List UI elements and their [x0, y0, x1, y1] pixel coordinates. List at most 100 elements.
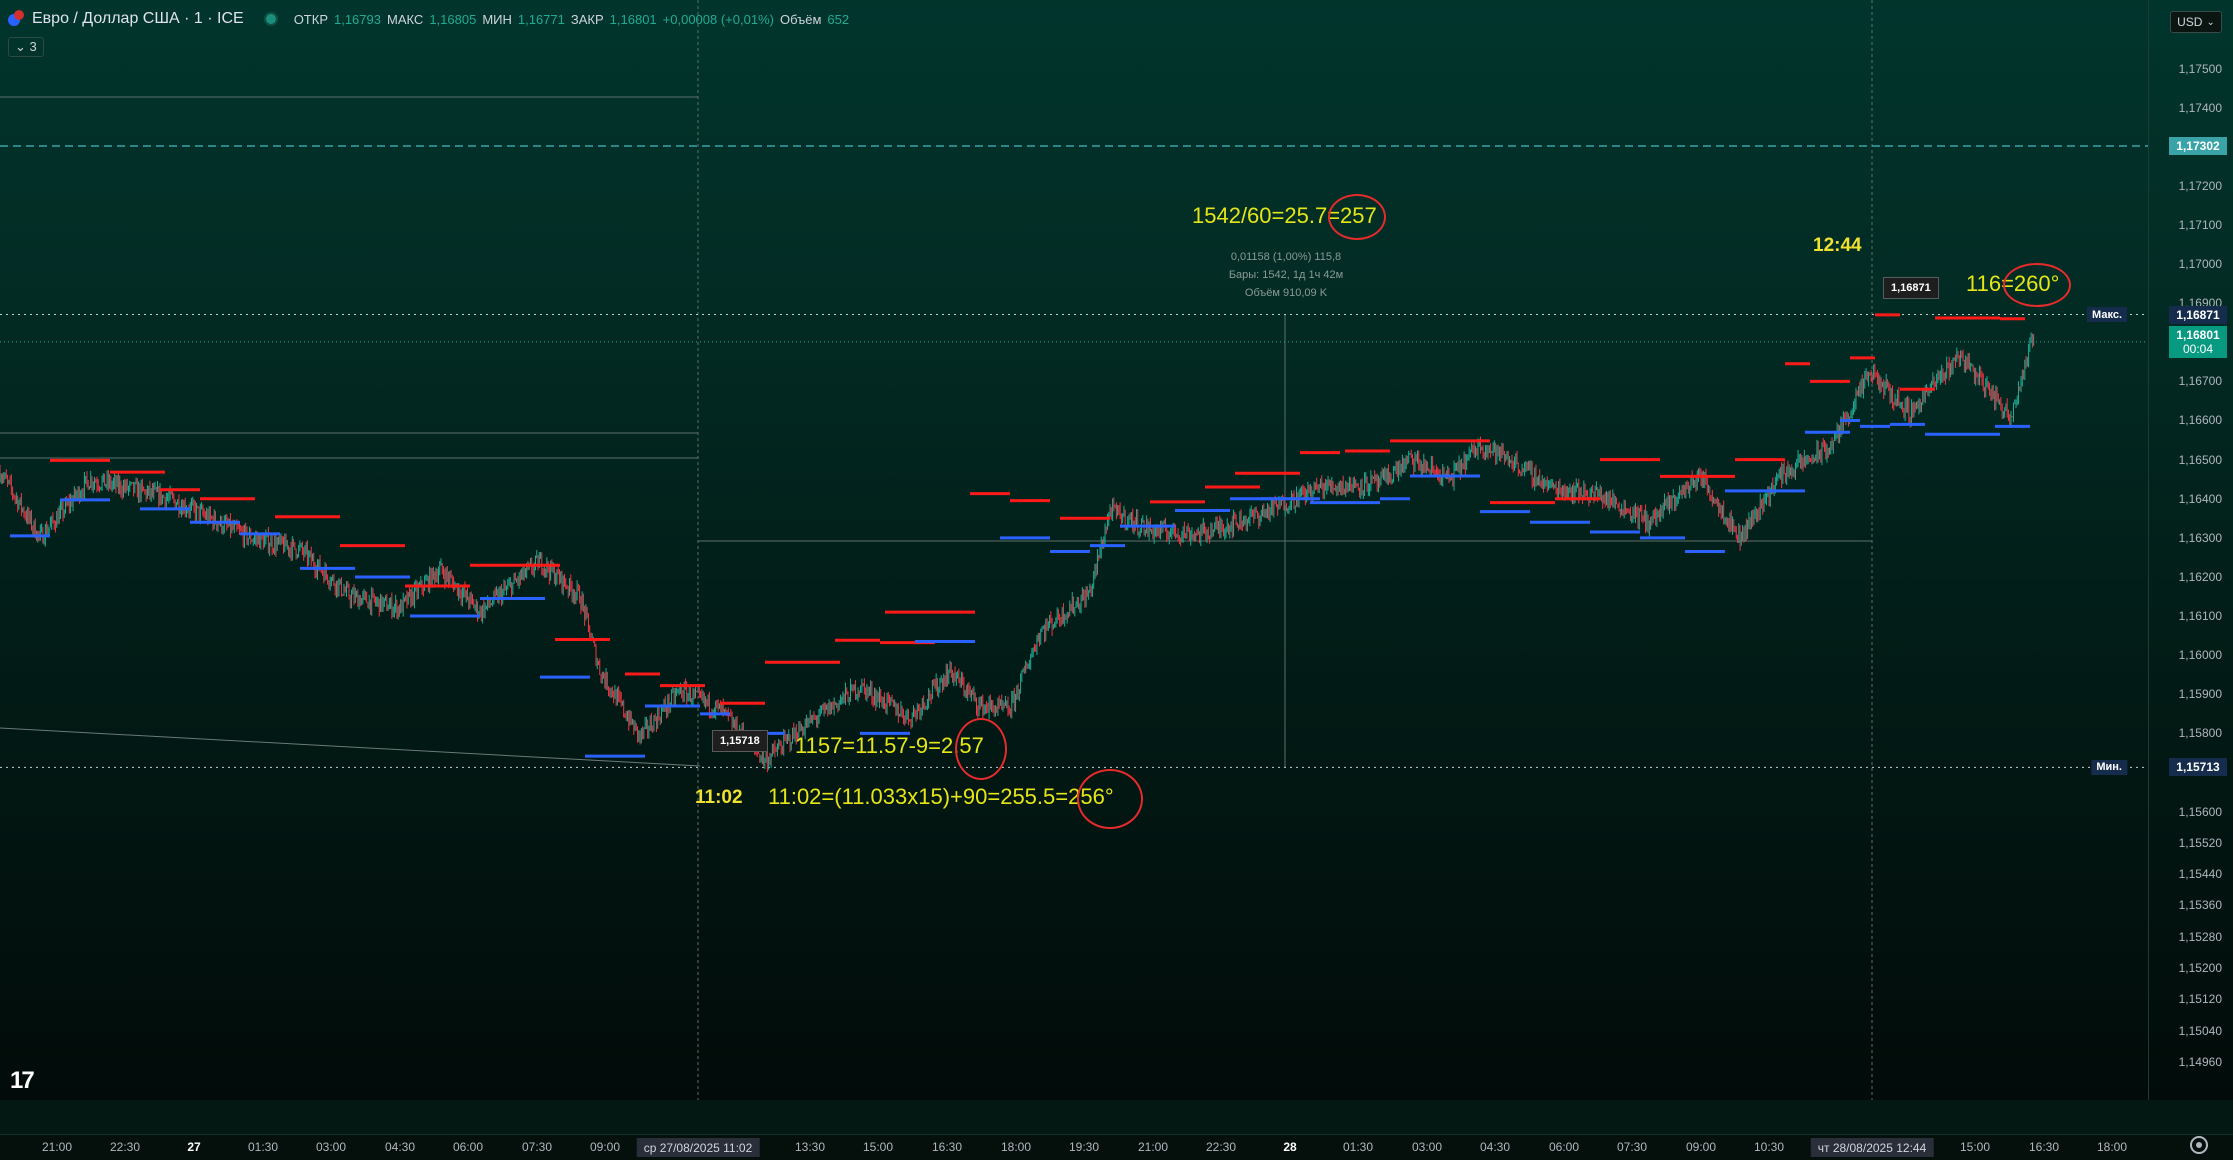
- bottom-panel-strip: [0, 1100, 2233, 1134]
- max-tag: Макс.: [2087, 307, 2127, 322]
- price-tick: 1,15280: [2178, 929, 2222, 944]
- time-tick: 07:30: [521, 1140, 553, 1154]
- chevron-down-icon: ⌄: [15, 39, 26, 54]
- price-tick: 1,16200: [2178, 569, 2222, 584]
- dashed-level-price-label: 1,17302: [2169, 136, 2227, 155]
- chevron-down-icon: ⌄: [2206, 16, 2215, 28]
- price-tick: 1,16600: [2178, 413, 2222, 428]
- ohlc-high-label: МАКС: [386, 11, 424, 27]
- time-tick: 07:30: [1616, 1140, 1648, 1154]
- price-tick: 1,16500: [2178, 452, 2222, 467]
- time-axis[interactable]: 21:00 22:30 27 01:30 03:00 04:30 06:00 07:30 09:…: [0, 1134, 2233, 1160]
- price-tick: 1,16000: [2178, 648, 2222, 663]
- annotation-time-low[interactable]: 11:02: [695, 787, 743, 809]
- annotation-circle: [1328, 194, 1386, 240]
- price-tick: 1,15200: [2178, 961, 2222, 976]
- change-value: +0,00008 (+0,01%): [662, 11, 774, 27]
- price-tick: 1,15360: [2178, 898, 2222, 913]
- measure-price-range: 0,01158 (1,00%) 115,8: [1230, 251, 1342, 263]
- symbol-title[interactable]: Евро / Доллар США · 1 · ICE: [32, 10, 244, 28]
- price-tick: 1,16400: [2178, 491, 2222, 506]
- price-tick: 1,17400: [2178, 100, 2222, 115]
- high-price-flag: 1,16871: [1883, 277, 1939, 299]
- max-price-label: 1,16871: [2169, 305, 2227, 324]
- indicators-toggle[interactable]: ⌄ 3: [8, 37, 44, 57]
- price-tick: 1,16700: [2178, 374, 2222, 389]
- price-tick: 1,17200: [2178, 178, 2222, 193]
- ohlc-open-label: ОТКР: [293, 11, 328, 27]
- time-tick: 21:00: [1137, 1140, 1169, 1154]
- annotation-circle: [2003, 263, 2071, 307]
- volume-label: Объём: [779, 11, 822, 27]
- current-price-label: 1,16801 00:04: [2169, 325, 2227, 358]
- annotation-time-high[interactable]: 12:44: [1813, 235, 1862, 257]
- time-tick: 13:30: [794, 1140, 826, 1154]
- time-tick: 04:30: [384, 1140, 416, 1154]
- ohlc-high-value: 1,16805: [429, 11, 477, 27]
- ohlc-open-value: 1,16793: [333, 11, 381, 27]
- price-tick: 1,15900: [2178, 687, 2222, 702]
- time-tick: 16:30: [931, 1140, 963, 1154]
- measure-tooltip: 0,01158 (1,00%) 115,8 Бары: 1542, 1д 1ч …: [1208, 248, 1364, 302]
- ohlc-close-value: 1,16801: [609, 11, 657, 27]
- indicators-count: 3: [29, 39, 37, 54]
- time-tick: 22:30: [109, 1140, 141, 1154]
- time-tick: 18:00: [1000, 1140, 1032, 1154]
- symbol-flag-icon: [8, 10, 26, 28]
- price-axis[interactable]: 1,17500 1,17400 1,17200 1,17100 1,17000 1,169…: [2148, 0, 2233, 1100]
- annotation-circle: [955, 718, 1007, 780]
- time-tick: 06:00: [452, 1140, 484, 1154]
- time-tick: 10:30: [1753, 1140, 1785, 1154]
- trend-line: [0, 727, 701, 767]
- time-crosshair-flag: чт 28/08/2025 12:44: [1810, 1138, 1934, 1157]
- price-tick: 1,17100: [2178, 217, 2222, 232]
- price-tick: 1,15440: [2178, 867, 2222, 882]
- current-price-value: 1,16801: [2176, 327, 2220, 342]
- time-tick: 27: [187, 1140, 201, 1154]
- annotation-time-formula[interactable]: 11:02=(11.033x15)+90=255.5=256°: [768, 784, 1114, 810]
- price-tick: 1,17500: [2178, 61, 2222, 76]
- gear-icon[interactable]: [2190, 1136, 2208, 1154]
- time-tick: 09:00: [589, 1140, 621, 1154]
- price-tick: 1,17000: [2178, 257, 2222, 272]
- time-tick: 01:30: [247, 1140, 279, 1154]
- measure-volume: Объём 910,09 K: [1244, 287, 1328, 299]
- price-tick: 1,16300: [2178, 530, 2222, 545]
- time-tick: 18:00: [2096, 1140, 2128, 1154]
- ohlc-low-label: МИН: [482, 11, 512, 27]
- time-tick: 15:00: [862, 1140, 894, 1154]
- candlestick-chart[interactable]: [0, 0, 2148, 1100]
- ohlc-close-label: ЗАКР: [570, 11, 604, 27]
- time-tick: 15:00: [1959, 1140, 1991, 1154]
- time-tick: 09:00: [1685, 1140, 1717, 1154]
- min-tag: Мин.: [2091, 759, 2127, 775]
- time-tick: 28: [1283, 1140, 1297, 1154]
- time-tick: 22:30: [1205, 1140, 1237, 1154]
- price-tick: 1,16100: [2178, 609, 2222, 624]
- time-tick: 01:30: [1342, 1140, 1374, 1154]
- price-tick: 1,15040: [2178, 1023, 2222, 1038]
- price-tick: 1,15120: [2178, 992, 2222, 1007]
- time-tick: 03:00: [1411, 1140, 1443, 1154]
- chart-pane[interactable]: [0, 0, 2148, 1100]
- price-tick: 1,15800: [2178, 726, 2222, 741]
- tradingview-logo[interactable]: 17: [10, 1067, 35, 1095]
- price-tick: 1,14960: [2178, 1054, 2222, 1069]
- price-tick: 1,15600: [2178, 804, 2222, 819]
- low-price-flag: 1,15718: [712, 730, 768, 752]
- time-tick: 06:00: [1548, 1140, 1580, 1154]
- ohlc-low-value: 1,16771: [517, 11, 565, 27]
- min-price-label: 1,15713: [2169, 758, 2227, 777]
- market-status-icon[interactable]: [263, 12, 278, 26]
- volume-value: 652: [827, 11, 850, 27]
- time-tick: 21:00: [41, 1140, 73, 1154]
- annotation-circle: [1077, 769, 1143, 829]
- currency-button[interactable]: USD ⌄: [2170, 11, 2222, 33]
- time-tick: 03:00: [315, 1140, 347, 1154]
- bar-countdown: 00:04: [2182, 341, 2214, 356]
- currency-label: USD: [2177, 15, 2203, 29]
- measure-bars: Бары: 1542, 1д 1ч 42м: [1228, 269, 1344, 281]
- time-crosshair-flag: ср 27/08/2025 11:02: [636, 1138, 760, 1157]
- price-tick: 1,15520: [2178, 835, 2222, 850]
- time-tick: 04:30: [1479, 1140, 1511, 1154]
